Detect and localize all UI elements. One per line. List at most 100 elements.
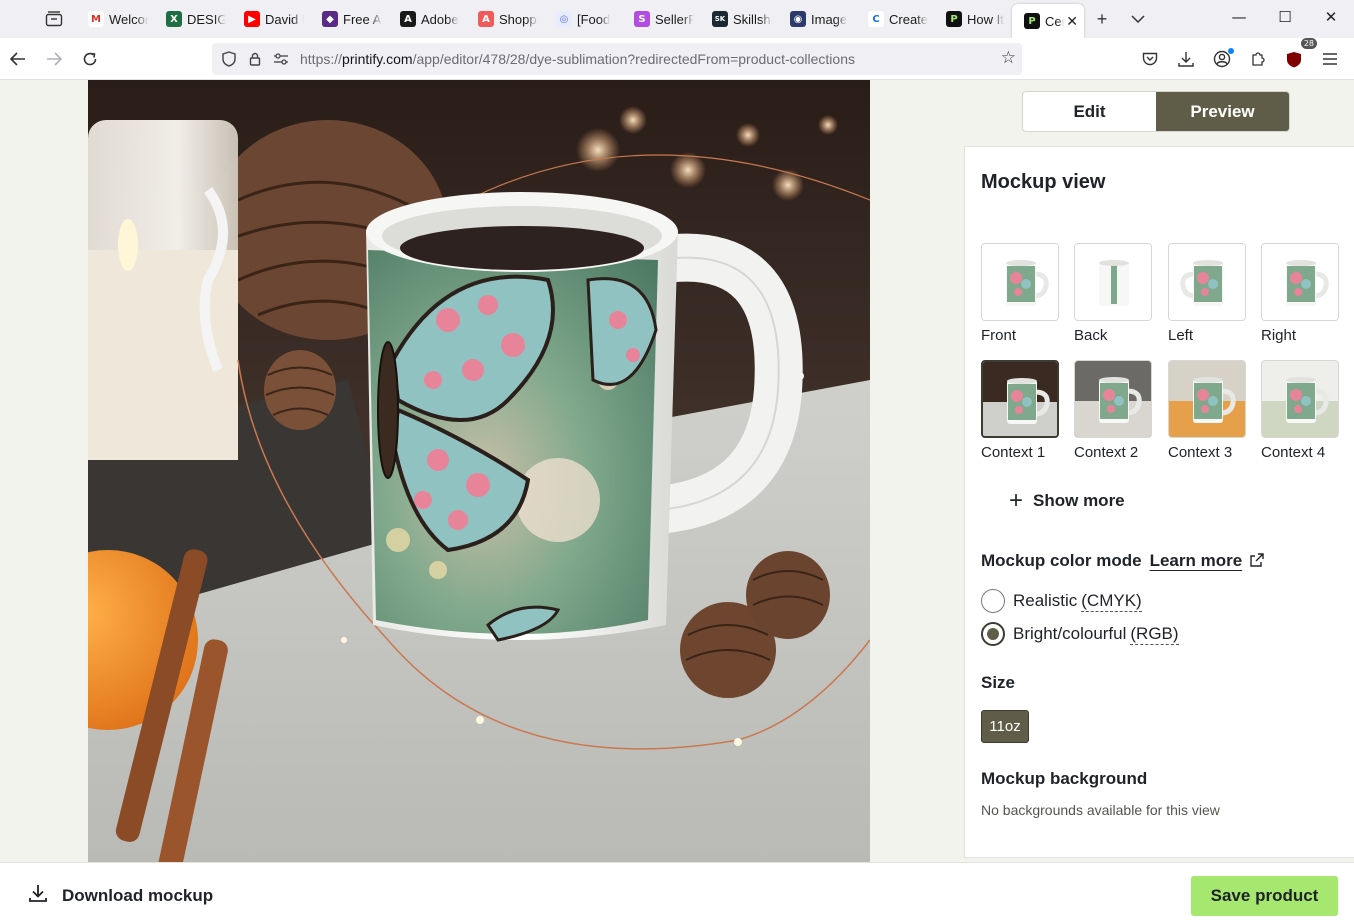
mockup-view-label: Context 1 bbox=[981, 444, 1046, 461]
browser-tab[interactable]: X DESIGN bbox=[154, 0, 232, 38]
mockup-view-option[interactable]: Right bbox=[1261, 243, 1339, 344]
download-icon bbox=[28, 883, 48, 908]
permissions-icon[interactable] bbox=[268, 53, 294, 65]
tab-favicon-icon: M bbox=[88, 11, 104, 27]
browser-tab[interactable]: ▶ David L bbox=[232, 0, 310, 38]
ublock-icon[interactable]: 28 bbox=[1276, 38, 1317, 77]
mockup-view-thumbnail[interactable] bbox=[1168, 243, 1246, 321]
external-link-icon[interactable] bbox=[1250, 552, 1264, 570]
mockup-view-option[interactable]: Context 3 bbox=[1168, 360, 1246, 461]
browser-tab[interactable]: SK Skillshare bbox=[700, 0, 778, 38]
tab-favicon-icon: SK bbox=[712, 11, 728, 27]
edit-preview-toggle: Edit Preview bbox=[1022, 91, 1290, 132]
mockup-background-title: Mockup background bbox=[981, 769, 1148, 788]
tab-favicon-icon: S bbox=[634, 11, 650, 27]
mockup-view-thumbnail[interactable] bbox=[981, 243, 1059, 321]
mockup-view-label: Left bbox=[1168, 327, 1194, 344]
lock-icon[interactable] bbox=[242, 52, 268, 66]
bottom-action-bar: Download mockup Save product bbox=[0, 862, 1354, 923]
list-tabs-icon[interactable] bbox=[1120, 0, 1156, 38]
learn-more-link[interactable]: Learn more bbox=[1150, 551, 1243, 571]
mockup-view-thumbnail[interactable] bbox=[981, 360, 1059, 438]
new-tab-icon[interactable]: + bbox=[1084, 0, 1120, 38]
menu-icon[interactable] bbox=[1312, 41, 1348, 77]
size-option-11oz[interactable]: 11oz bbox=[981, 710, 1029, 743]
mockup-view-thumbnail[interactable] bbox=[1074, 243, 1152, 321]
download-mockup-button[interactable]: Download mockup bbox=[28, 883, 213, 908]
reload-icon[interactable] bbox=[72, 41, 108, 77]
tab-title: [Food bbox=[577, 11, 611, 27]
mockup-view-thumbnail[interactable] bbox=[1261, 243, 1339, 321]
mockup-view-option[interactable]: Context 2 bbox=[1074, 360, 1152, 461]
browser-tab[interactable]: P How It bbox=[934, 0, 1012, 38]
maximize-icon[interactable]: ☐ bbox=[1262, 0, 1308, 34]
color-mode-option-bright[interactable]: Bright/colourful (RGB) bbox=[981, 622, 1179, 646]
extension-badge: 28 bbox=[1300, 38, 1317, 49]
pocket-icon[interactable] bbox=[1132, 41, 1168, 77]
mockup-view-label: Front bbox=[981, 327, 1017, 344]
mockup-preview-image bbox=[88, 80, 870, 862]
mockup-view-thumbnail[interactable] bbox=[1261, 360, 1339, 438]
mockup-view-option[interactable]: Context 4 bbox=[1261, 360, 1339, 461]
url-text: https://printify.com/app/editor/478/28/d… bbox=[300, 51, 855, 67]
color-mode-title: Mockup color mode bbox=[981, 551, 1142, 570]
tab-favicon-icon: X bbox=[166, 11, 182, 27]
back-icon[interactable] bbox=[0, 41, 36, 77]
minimize-icon[interactable]: — bbox=[1216, 0, 1262, 34]
browser-tab[interactable]: ◉ Image bbox=[778, 0, 856, 38]
forward-icon[interactable] bbox=[36, 41, 72, 77]
downloads-icon[interactable] bbox=[1168, 41, 1204, 77]
preview-tab[interactable]: Preview bbox=[1156, 92, 1289, 131]
show-more-label: Show more bbox=[1033, 491, 1125, 510]
download-label: Download mockup bbox=[62, 885, 214, 905]
show-more-button[interactable]: + Show more bbox=[1009, 489, 1125, 513]
browser-tab[interactable]: S SellerPic bbox=[622, 0, 700, 38]
tab-favicon-icon: P bbox=[946, 11, 962, 27]
mockup-view-option[interactable]: Context 1 bbox=[981, 360, 1059, 461]
mockup-view-thumbnail[interactable] bbox=[1074, 360, 1152, 438]
address-bar[interactable]: https://printify.com/app/editor/478/28/d… bbox=[212, 43, 1022, 75]
size-title: Size bbox=[981, 673, 1016, 692]
tab-title: Shopping bbox=[499, 11, 538, 27]
account-icon[interactable] bbox=[1204, 41, 1240, 77]
mockup-view-option[interactable]: Back bbox=[1074, 243, 1152, 344]
tab-favicon-icon: P bbox=[1024, 13, 1040, 29]
mockup-view-option[interactable]: Front bbox=[981, 243, 1059, 344]
color-mode-heading: Mockup color mode Learn more bbox=[981, 551, 1264, 571]
tab-title: Adobe bbox=[421, 11, 459, 27]
option-label: Realistic bbox=[1013, 591, 1078, 610]
save-product-button[interactable]: Save product bbox=[1191, 876, 1338, 916]
tab-title: DESIGN bbox=[187, 11, 226, 27]
browser-tab[interactable]: M Welcome bbox=[76, 0, 154, 38]
tab-favicon-icon: ▶ bbox=[244, 11, 260, 27]
close-tab-icon[interactable]: ✕ bbox=[1066, 13, 1078, 30]
mockup-view-option[interactable]: Left bbox=[1168, 243, 1246, 344]
browser-tab[interactable]: A Adobe bbox=[388, 0, 466, 38]
tab-overview-icon[interactable] bbox=[36, 0, 72, 38]
browser-tab[interactable]: P Ceramic✕ bbox=[1012, 4, 1084, 38]
browser-tab[interactable]: C Create bbox=[856, 0, 934, 38]
browser-tab[interactable]: ◎ [Food bbox=[544, 0, 622, 38]
tab-title: How It bbox=[967, 11, 1004, 27]
mockup-view-label: Back bbox=[1074, 327, 1108, 344]
option-code: (RGB) bbox=[1130, 623, 1179, 645]
color-mode-option-realistic[interactable]: Realistic (CMYK) bbox=[981, 589, 1142, 613]
mockup-view-label: Context 2 bbox=[1074, 444, 1139, 461]
tab-title: Welcome bbox=[109, 11, 148, 27]
tab-title: Skillshare bbox=[733, 11, 772, 27]
radio-realistic[interactable] bbox=[981, 589, 1005, 613]
tab-favicon-icon: ◆ bbox=[322, 11, 338, 27]
browser-tab-bar: M Welcome X DESIGN ▶ David L ◆ Free AI A Adobe A Sh… bbox=[0, 0, 1354, 38]
shield-icon[interactable] bbox=[216, 51, 242, 67]
mockup-view-thumbnail[interactable] bbox=[1168, 360, 1246, 438]
extensions-icon[interactable] bbox=[1240, 41, 1276, 77]
close-window-icon[interactable]: ✕ bbox=[1308, 0, 1354, 34]
mockup-view-title: Mockup view bbox=[981, 171, 1106, 193]
edit-tab[interactable]: Edit bbox=[1023, 92, 1156, 131]
radio-bright[interactable] bbox=[981, 622, 1005, 646]
tab-favicon-icon: A bbox=[478, 11, 494, 27]
browser-tab[interactable]: ◆ Free AI bbox=[310, 0, 388, 38]
bookmark-star-icon[interactable]: ☆ bbox=[1001, 48, 1016, 68]
browser-tab[interactable]: A Shopping bbox=[466, 0, 544, 38]
tab-title: Free AI bbox=[343, 11, 382, 27]
